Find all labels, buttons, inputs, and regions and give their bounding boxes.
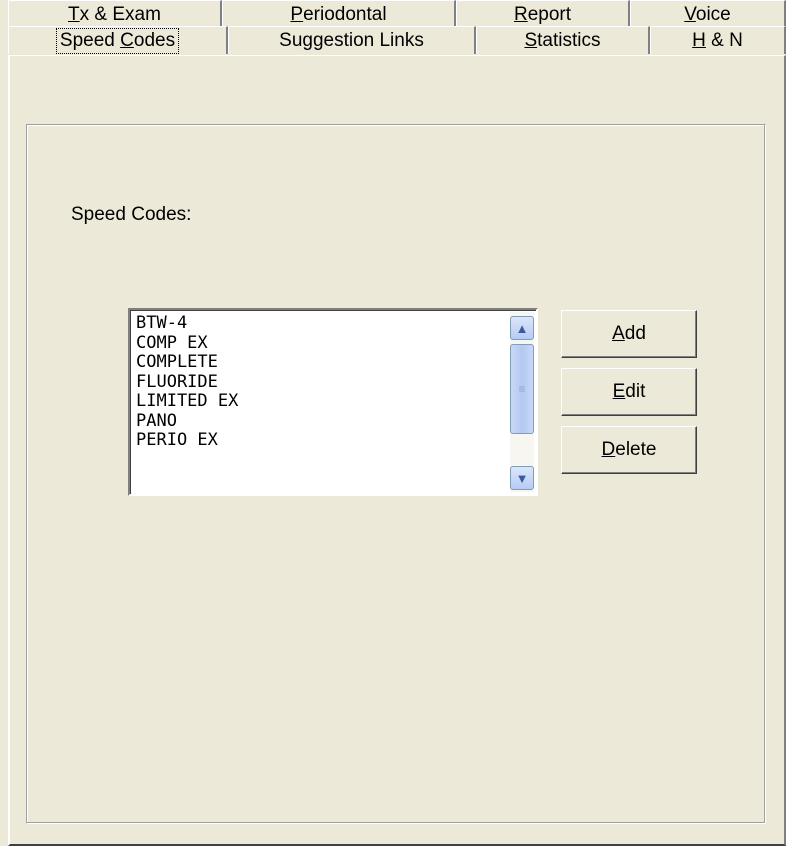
- speed-codes-label: Speed Codes:: [71, 204, 192, 225]
- list-items: BTW-4 COMP EX COMPLETE FLUORIDE LIMITED …: [136, 313, 238, 451]
- scroll-down-icon[interactable]: ▼: [510, 466, 534, 490]
- tab-row-bottom: Speed Codes Suggestion Links Statistics …: [8, 26, 786, 54]
- tab-label: Voice: [684, 3, 731, 25]
- speed-codes-list[interactable]: BTW-4 COMP EX COMPLETE FLUORIDE LIMITED …: [128, 308, 538, 496]
- scroll-up-icon[interactable]: ▲: [510, 316, 534, 340]
- tab-label: H & N: [692, 29, 743, 51]
- tab-label: Report: [513, 3, 572, 25]
- tab-voice[interactable]: Voice: [630, 0, 786, 28]
- tab-tx-exam[interactable]: Tx & Exam: [8, 0, 222, 28]
- delete-button[interactable]: Delete: [561, 426, 697, 474]
- tab-periodontal[interactable]: Periodontal: [222, 0, 456, 28]
- list-item[interactable]: PERIO EX: [136, 430, 238, 451]
- edit-button[interactable]: Edit: [561, 368, 697, 416]
- list-item[interactable]: FLUORIDE: [136, 372, 238, 393]
- tab-label: Statistics: [524, 29, 601, 51]
- tab-h-n[interactable]: H & N: [650, 26, 786, 54]
- list-item[interactable]: LIMITED EX: [136, 391, 238, 412]
- tab-label: Periodontal: [290, 3, 387, 25]
- tab-report[interactable]: Report: [456, 0, 630, 28]
- tab-suggestion-links[interactable]: Suggestion Links: [228, 26, 476, 54]
- list-item[interactable]: COMP EX: [136, 333, 238, 354]
- list-item[interactable]: COMPLETE: [136, 352, 238, 373]
- tab-label: Tx & Exam: [68, 3, 161, 25]
- tab-label: Speed Codes: [55, 27, 180, 54]
- vertical-scrollbar[interactable]: ▲ ≡ ▼: [510, 312, 534, 492]
- scroll-thumb[interactable]: ≡: [510, 344, 534, 434]
- list-item[interactable]: BTW-4: [136, 313, 238, 334]
- list-item[interactable]: PANO: [136, 411, 238, 432]
- add-button[interactable]: Add: [561, 310, 697, 358]
- grip-icon: ≡: [518, 382, 526, 396]
- tab-label: Suggestion Links: [279, 29, 424, 51]
- tab-row-top: Tx & Exam Periodontal Report Voice: [8, 0, 786, 28]
- tab-statistics[interactable]: Statistics: [476, 26, 650, 54]
- tab-speed-codes[interactable]: Speed Codes: [8, 26, 228, 54]
